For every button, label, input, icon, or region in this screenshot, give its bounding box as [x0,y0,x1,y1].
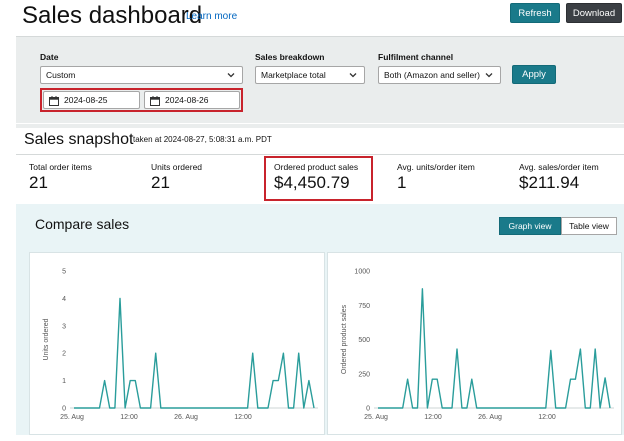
chevron-down-icon [227,73,235,78]
date-select[interactable]: Custom [40,66,243,84]
compare-sales-title: Compare sales [35,216,130,232]
channel-select-value: Both (Amazon and seller) [384,70,480,80]
chevron-down-icon [485,73,493,78]
date-select-value: Custom [46,70,76,80]
y-tick-label: 250 [358,371,370,378]
ordered-sales-chart-svg: 0 250 500 750 1000 Ordered product sales 25. A… [341,269,614,421]
table-view-tab[interactable]: Table view [561,217,617,235]
snapshot-title: Sales snapshot [24,131,134,148]
y-tick-label: 750 [358,303,370,310]
y-tick-label: 0 [366,406,370,413]
metric-value: 21 [29,173,48,192]
download-button[interactable]: Download [566,3,622,23]
x-tick-label: 26. Aug [478,414,502,421]
breakdown-label: Sales breakdown [255,52,325,62]
y-tick-label: 0 [62,406,66,413]
refresh-button[interactable]: Refresh [510,3,560,23]
y-axis-label: Ordered product sales [341,304,348,374]
y-axis-label: Units ordered [43,318,50,360]
x-tick-label: 26. Aug [174,414,198,421]
metric-value: $211.94 [519,173,580,192]
breakdown-select-value: Marketplace total [261,70,326,80]
x-tick-label: 12:00 [538,414,556,421]
series-line [74,297,315,409]
series-line [378,288,611,409]
metric-label: Avg. units/order item [397,162,475,172]
units-ordered-chart-svg: 0 1 2 3 4 5 Units ordered 25. Aug 12:00 26. Aug 12… [43,269,318,421]
snapshot-timestamp: taken at 2024-08-27, 5:08:31 a.m. PDT [133,135,272,144]
x-tick-label: 25. Aug [364,414,388,421]
y-tick-label: 1 [62,378,66,385]
apply-button[interactable]: Apply [512,65,556,84]
y-tick-label: 2 [62,351,66,358]
section-divider [16,124,624,128]
metric-value: 21 [151,173,170,192]
x-tick-label: 12:00 [424,414,442,421]
learn-more-link[interactable]: Learn more [186,11,237,22]
y-tick-label: 4 [62,296,66,303]
x-tick-label: 12:00 [234,414,252,421]
channel-select[interactable]: Both (Amazon and seller) [378,66,501,84]
ordered-sales-chart: 0 250 500 750 1000 Ordered product sales 25. A… [327,252,622,435]
metric-value: 1 [397,173,407,192]
breakdown-select[interactable]: Marketplace total [255,66,365,84]
x-tick-label: 12:00 [120,414,138,421]
y-tick-label: 3 [62,323,66,330]
date-label: Date [40,52,59,62]
metric-label: Avg. sales/order item [519,162,599,172]
y-tick-label: 1000 [354,269,370,276]
chevron-down-icon [349,73,357,78]
snapshot-separator [16,154,624,155]
sales-highlight [264,156,373,201]
y-tick-label: 5 [62,269,66,276]
y-tick-label: 500 [358,337,370,344]
metric-label: Total order items [29,162,92,172]
x-tick-label: 25. Aug [60,414,84,421]
units-ordered-chart: 0 1 2 3 4 5 Units ordered 25. Aug 12:00 26. Aug 12… [29,252,325,435]
page-title: Sales dashboard [22,2,203,29]
channel-label: Fulfilment channel [378,52,454,62]
date-range-highlight [40,88,243,112]
graph-view-tab[interactable]: Graph view [499,217,561,235]
metric-label: Units ordered [151,162,203,172]
